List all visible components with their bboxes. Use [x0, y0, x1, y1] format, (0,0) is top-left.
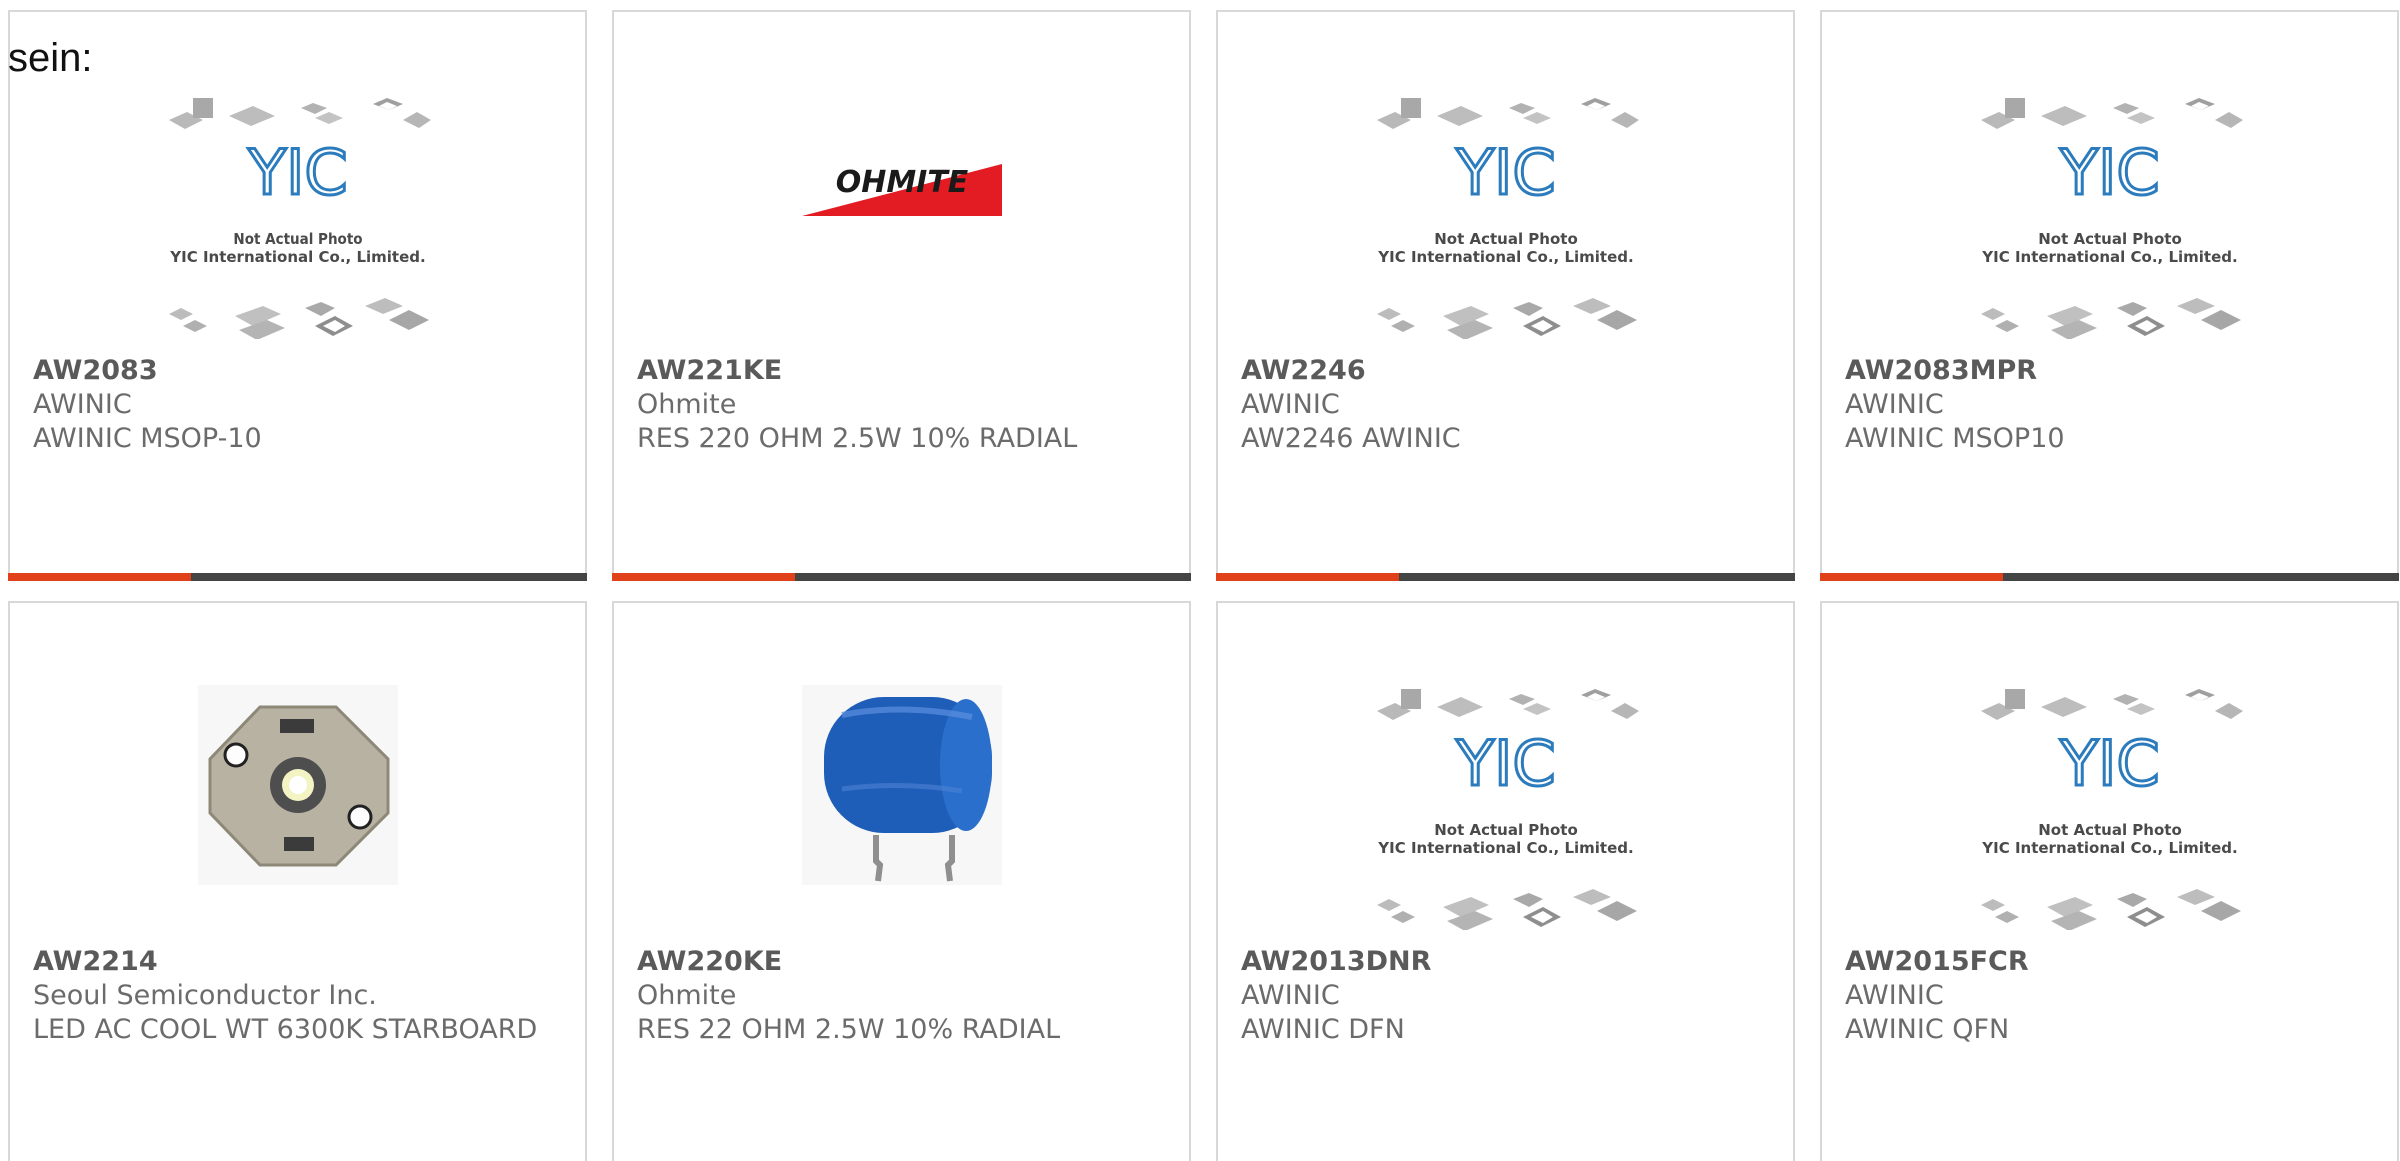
description: AWINIC DFN [1241, 1014, 1405, 1045]
part-number[interactable]: AW2246 [1241, 354, 1773, 388]
product-card[interactable]: YIC Not Actual Photo YIC International C… [8, 10, 587, 581]
manufacturer: AWINIC [1241, 980, 1340, 1011]
svg-text:YIC International Co., Limited: YIC International Co., Limited. [1377, 248, 1633, 266]
not-actual-photo-placeholder: YIC Not Actual Photo YIC International C… [1376, 689, 1639, 930]
led-starboard-photo [197, 685, 398, 885]
svg-text:YIC: YIC [247, 136, 347, 209]
manufacturer: Seoul Semiconductor Inc. [33, 980, 377, 1011]
card-accent-bar [8, 573, 587, 581]
intro-text: sein: [8, 36, 93, 80]
manufacturer: AWINIC [1845, 980, 1944, 1011]
part-number[interactable]: AW220KE [637, 945, 1169, 979]
svg-text:YIC International Co., Limited: YIC International Co., Limited. [1981, 839, 2237, 857]
card-accent-bar [1820, 573, 2399, 581]
description: LED AC COOL WT 6300K STARBOARD [33, 1014, 538, 1045]
part-number[interactable]: AW221KE [637, 354, 1169, 388]
product-image[interactable]: YIC Not Actual Photo YIC International C… [1218, 685, 1793, 945]
svg-text:YIC: YIC [1455, 727, 1555, 800]
svg-text:Not Actual Photo: Not Actual Photo [233, 230, 362, 248]
product-image[interactable]: YIC Not Actual Photo YIC International C… [1822, 94, 2397, 354]
product-card[interactable]: OHMITE AW221KE Ohmite RES 220 OHM 2.5W 1… [612, 10, 1191, 581]
manufacturer: Ohmite [637, 389, 737, 420]
svg-text:YIC: YIC [1455, 136, 1555, 209]
not-actual-photo-placeholder: YIC Not Actual Photo YIC International C… [1376, 98, 1639, 339]
product-image[interactable] [614, 685, 1189, 945]
product-image[interactable]: YIC Not Actual Photo YIC International C… [1822, 685, 2397, 945]
product-image[interactable]: OHMITE [614, 94, 1189, 354]
description: RES 220 OHM 2.5W 10% RADIAL [637, 423, 1078, 454]
product-image[interactable]: YIC Not Actual Photo YIC International C… [1218, 94, 1793, 354]
description: RES 22 OHM 2.5W 10% RADIAL [637, 1014, 1061, 1045]
not-actual-photo-placeholder: YIC Not Actual Photo YIC International C… [1980, 689, 2243, 930]
svg-text:Not Actual Photo: Not Actual Photo [2038, 230, 2182, 248]
description: AWINIC QFN [1845, 1014, 2010, 1045]
card-accent-bar [612, 573, 1191, 581]
product-image[interactable] [10, 685, 585, 945]
card-accent-bar [1216, 573, 1795, 581]
ohmite-logo: OHMITE [801, 164, 1002, 216]
svg-text:YIC: YIC [2059, 727, 2159, 800]
part-number[interactable]: AW2083 [33, 354, 565, 388]
part-number[interactable]: AW2013DNR [1241, 945, 1773, 979]
svg-text:Not Actual Photo: Not Actual Photo [2038, 821, 2182, 839]
not-actual-photo-placeholder: YIC Not Actual Photo YIC International C… [1980, 98, 2243, 339]
radial-resistor-photo [801, 685, 1002, 885]
description: AWINIC MSOP10 [1845, 423, 2065, 454]
svg-text:YIC International Co., Limited: YIC International Co., Limited. [1377, 839, 1633, 857]
svg-text:YIC International Co., Limited: YIC International Co., Limited. [169, 248, 425, 266]
part-number[interactable]: AW2214 [33, 945, 565, 979]
product-card[interactable]: YIC Not Actual Photo YIC International C… [1820, 601, 2399, 1161]
product-card[interactable]: AW220KE Ohmite RES 22 OHM 2.5W 10% RADIA… [612, 601, 1191, 1161]
description: AWINIC MSOP-10 [33, 423, 262, 454]
product-image[interactable]: YIC Not Actual Photo YIC International C… [10, 94, 585, 354]
svg-text:Not Actual Photo: Not Actual Photo [1434, 230, 1578, 248]
part-number[interactable]: AW2083MPR [1845, 354, 2377, 388]
svg-text:YIC International Co., Limited: YIC International Co., Limited. [1981, 248, 2237, 266]
product-card[interactable]: YIC Not Actual Photo YIC International C… [1216, 10, 1795, 581]
product-grid: YIC Not Actual Photo YIC International C… [8, 10, 2400, 1161]
manufacturer: AWINIC [1845, 389, 1944, 420]
manufacturer: AWINIC [33, 389, 132, 420]
svg-text:OHMITE: OHMITE [835, 165, 968, 200]
manufacturer: AWINIC [1241, 389, 1340, 420]
description: AW2246 AWINIC [1241, 423, 1461, 454]
product-card[interactable]: YIC Not Actual Photo YIC International C… [1820, 10, 2399, 581]
not-actual-photo-placeholder: YIC Not Actual Photo YIC International C… [168, 98, 431, 339]
manufacturer: Ohmite [637, 980, 737, 1011]
svg-text:Not Actual Photo: Not Actual Photo [1434, 821, 1578, 839]
part-number[interactable]: AW2015FCR [1845, 945, 2377, 979]
svg-text:YIC: YIC [2059, 136, 2159, 209]
product-card[interactable]: YIC Not Actual Photo YIC International C… [1216, 601, 1795, 1161]
product-card[interactable]: AW2214 Seoul Semiconductor Inc. LED AC C… [8, 601, 587, 1161]
